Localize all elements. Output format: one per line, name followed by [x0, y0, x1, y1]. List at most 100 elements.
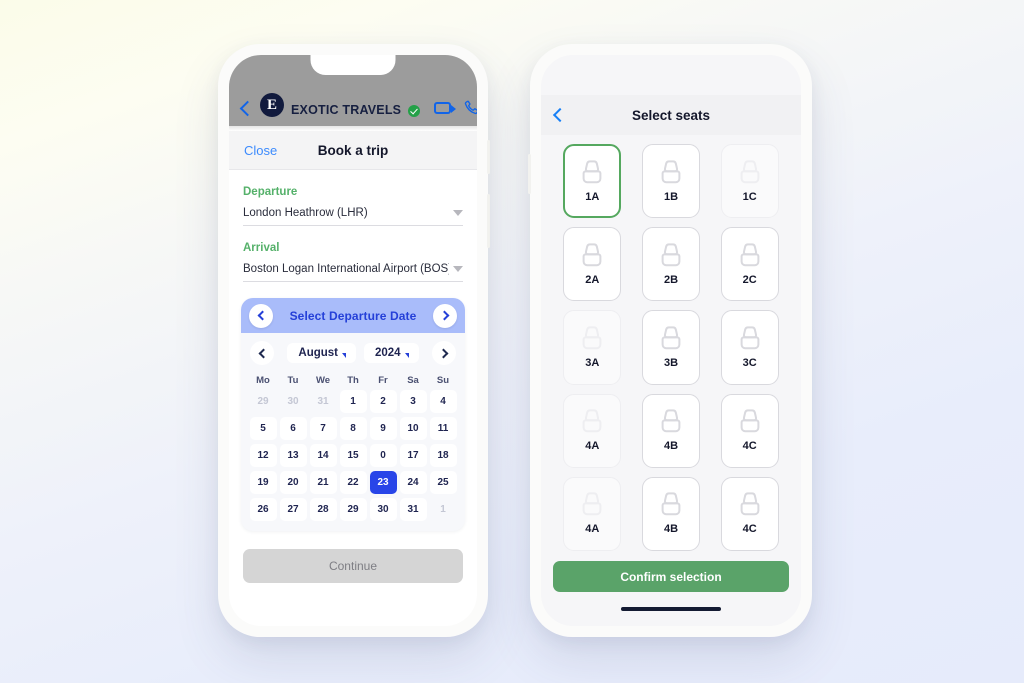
- chevron-left-icon[interactable]: [239, 100, 256, 117]
- calendar-days-grid: 29 30 31 1 2 3 4 5 6 7 8 9 10 11 12 13 14 15 0 17 18 19 20 21 22…: [241, 389, 465, 531]
- seat-cell: 4A: [553, 476, 632, 551]
- chevron-left-icon[interactable]: [552, 107, 568, 123]
- caret-down-icon: [342, 352, 346, 358]
- seat-label: 3A: [585, 356, 600, 369]
- seat-3b[interactable]: 3B: [641, 310, 700, 385]
- seat-label: 1B: [663, 190, 679, 203]
- seat-1a[interactable]: 1A: [563, 144, 622, 219]
- month-value: August: [298, 347, 338, 359]
- seat-cell: 3B: [632, 310, 711, 385]
- seat-2a[interactable]: 2A: [563, 227, 622, 302]
- calendar-day[interactable]: 15: [339, 444, 367, 467]
- calendar-day[interactable]: 14: [309, 444, 337, 467]
- calendar-day[interactable]: 1: [339, 390, 367, 413]
- next-month-button[interactable]: [432, 341, 456, 365]
- phone-icon[interactable]: [464, 100, 477, 116]
- phone-side-button-volume[interactable]: [487, 140, 490, 174]
- brand-logo: E: [260, 93, 284, 117]
- close-button[interactable]: Close: [244, 143, 277, 158]
- calendar-day[interactable]: 2: [369, 390, 397, 413]
- seat-4a: 4A: [563, 393, 622, 468]
- seat-label: 4C: [742, 523, 757, 536]
- seat-label: 4A: [585, 440, 600, 453]
- departure-select[interactable]: London Heathrow (LHR): [243, 207, 463, 226]
- seat-1b[interactable]: 1B: [641, 144, 700, 219]
- seat-cell: 4C: [710, 476, 789, 551]
- weekday-header: Mo Tu We Th Fr Sa Su: [241, 375, 465, 386]
- continue-button[interactable]: Continue: [243, 549, 463, 583]
- seat-icon: [579, 492, 605, 520]
- calendar-day[interactable]: 20: [279, 471, 307, 494]
- prev-step-button[interactable]: [249, 303, 273, 328]
- call-header: E EXOTIC TRAVELS: [229, 55, 477, 126]
- seat-4a: 4A: [563, 476, 622, 551]
- seat-3c[interactable]: 3C: [720, 310, 779, 385]
- seat-label: 4A: [585, 523, 600, 536]
- arrival-select[interactable]: Boston Logan International Airport (BOS): [243, 263, 463, 282]
- seat-1c: 1C: [720, 144, 779, 219]
- calendar-day[interactable]: 3: [399, 390, 427, 413]
- next-step-button[interactable]: [433, 303, 457, 328]
- calendar-day[interactable]: 18: [429, 444, 457, 467]
- calendar-day[interactable]: 26: [249, 498, 277, 521]
- calendar-day[interactable]: 24: [399, 471, 427, 494]
- seat-icon: [737, 159, 763, 188]
- seat-4c[interactable]: 4C: [720, 476, 779, 551]
- seat-cell: 4C: [710, 393, 789, 468]
- seat-cell: 4B: [632, 476, 711, 551]
- modal-bar: Close Book a trip: [229, 131, 477, 170]
- seat-4b[interactable]: 4B: [641, 476, 700, 551]
- calendar-day[interactable]: 27: [279, 498, 307, 521]
- calendar-day[interactable]: 9: [369, 417, 397, 440]
- seat-map: 1A 1B 1C 2A 2B 2C 3A 3B 3C 4A 4B 4C 4A 4B 4C: [541, 135, 801, 551]
- seat-icon: [737, 243, 763, 271]
- phone-left-screen: E EXOTIC TRAVELS Close Book a trip Depar…: [229, 55, 477, 626]
- seat-cell: 3C: [710, 310, 789, 385]
- seat-2c[interactable]: 2C: [720, 227, 779, 302]
- calendar-day[interactable]: 31: [399, 498, 427, 521]
- calendar-day[interactable]: 0: [369, 444, 397, 467]
- calendar-day[interactable]: 21: [309, 471, 337, 494]
- calendar-day[interactable]: 6: [279, 417, 307, 440]
- calendar-day[interactable]: 19: [249, 471, 277, 494]
- calendar-day: 29: [257, 396, 269, 407]
- weekday-tu: Tu: [287, 375, 299, 386]
- calendar-day[interactable]: 12: [249, 444, 277, 467]
- calendar-day[interactable]: 4: [429, 390, 457, 413]
- seat-4b[interactable]: 4B: [641, 393, 700, 468]
- seat-label: 3C: [742, 356, 757, 369]
- prev-month-button[interactable]: [250, 341, 274, 365]
- calendar-day[interactable]: 7: [309, 417, 337, 440]
- seat-2b[interactable]: 2B: [641, 227, 700, 302]
- seat-icon: [658, 243, 684, 271]
- calendar-day[interactable]: 22: [339, 471, 367, 494]
- departure-label: Departure: [243, 186, 298, 198]
- seat-icon: [737, 492, 763, 520]
- calendar-day[interactable]: 8: [339, 417, 367, 440]
- seat-cell: 2B: [632, 227, 711, 302]
- calendar-day[interactable]: 13: [279, 444, 307, 467]
- weekday-su: Su: [436, 375, 450, 386]
- year-select[interactable]: 2024: [364, 343, 419, 363]
- calendar-day[interactable]: 25: [429, 471, 457, 494]
- phone-side-button-volume[interactable]: [528, 154, 531, 194]
- seat-label: 2B: [663, 273, 679, 286]
- calendar-day[interactable]: 11: [429, 417, 457, 440]
- calendar-day[interactable]: 29: [339, 498, 367, 521]
- video-camera-icon[interactable]: [434, 102, 457, 114]
- seat-icon: [579, 159, 605, 188]
- calendar-day[interactable]: 17: [399, 444, 427, 467]
- calendar-day[interactable]: 5: [249, 417, 277, 440]
- seat-cell: 1B: [632, 144, 711, 219]
- phone-side-button-power[interactable]: [487, 194, 490, 248]
- month-select[interactable]: August: [287, 343, 356, 363]
- calendar-day[interactable]: 30: [369, 498, 397, 521]
- calendar-day[interactable]: 28: [309, 498, 337, 521]
- phone-left: E EXOTIC TRAVELS Close Book a trip Depar…: [218, 44, 490, 637]
- seat-cell: 1C: [710, 144, 789, 219]
- phone-right: Select seats 1A 1B 1C 2A 2B 2C 3A 3B 3C 4A 4B 4C 4A 4…: [528, 44, 812, 637]
- seat-4c[interactable]: 4C: [720, 393, 779, 468]
- calendar-day[interactable]: 23: [369, 471, 397, 494]
- calendar-day[interactable]: 10: [399, 417, 427, 440]
- confirm-selection-button[interactable]: Confirm selection: [553, 561, 789, 592]
